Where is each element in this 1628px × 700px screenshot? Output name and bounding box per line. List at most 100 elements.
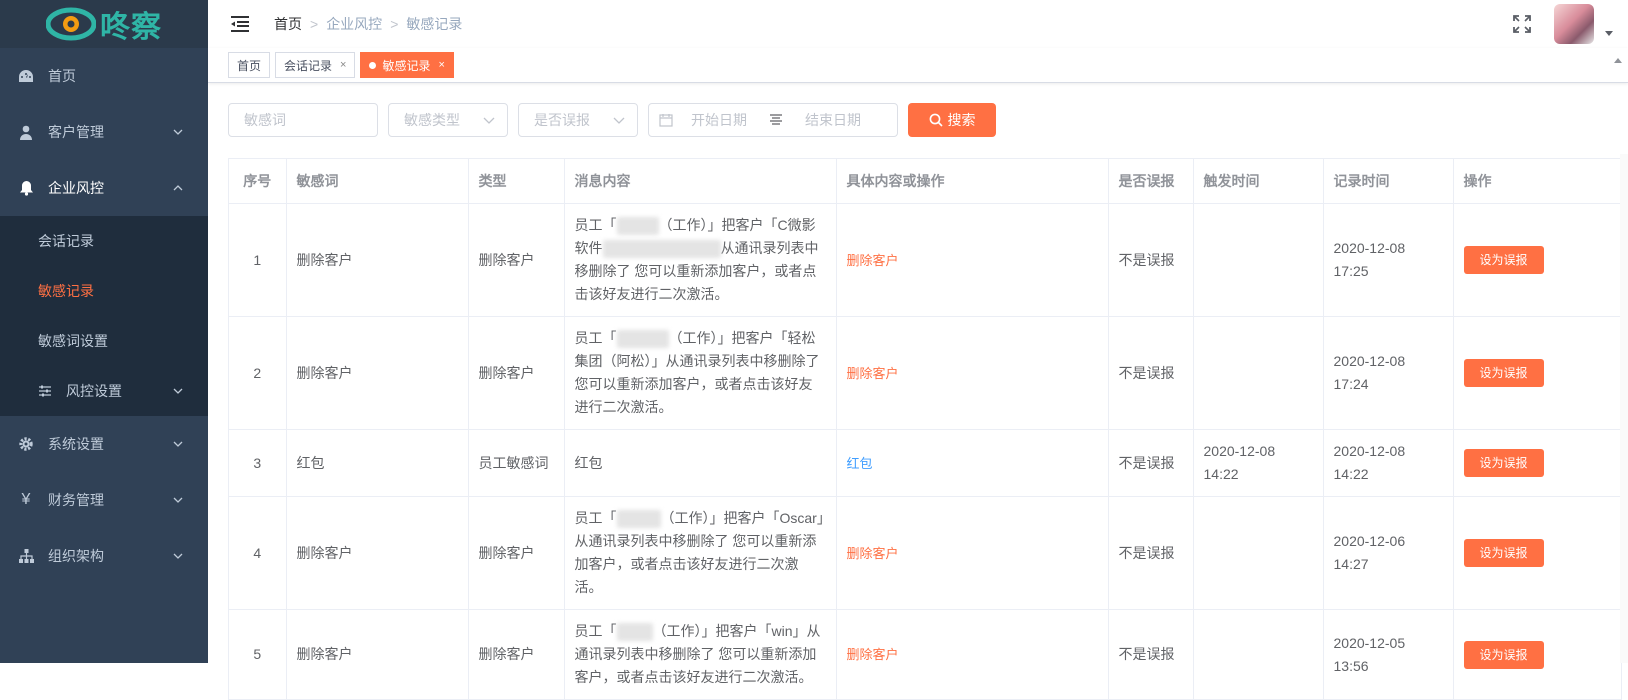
tag-sensitive-records[interactable]: 敏感记录 × <box>360 52 454 78</box>
scroll-up-icon[interactable] <box>1612 54 1624 66</box>
column-header: 敏感词 <box>286 159 469 204</box>
sidebar-item-session-records[interactable]: 会话记录 <box>0 216 208 266</box>
detail-link[interactable]: 删除客户 <box>847 647 899 662</box>
detail-link[interactable]: 删除客户 <box>847 366 899 381</box>
search-icon <box>929 113 943 127</box>
risk-control-submenu: 会话记录 敏感记录 敏感词设置 风控设置 <box>0 216 208 416</box>
sidebar-item-label: 会话记录 <box>38 233 94 249</box>
tag-session-records[interactable]: 会话记录 × <box>275 52 356 78</box>
sidebar-item-label: 组织架构 <box>48 548 104 564</box>
sidebar-item-label: 敏感词设置 <box>38 333 108 349</box>
cell-message: 员工「 （工作）」把客户「Oscar」从通讯录列表中移删除了 您可以重新添加客户，… <box>564 496 837 610</box>
breadcrumb-separator-icon: > <box>390 16 399 32</box>
cell-type: 删除客户 <box>468 203 565 317</box>
set-misreport-button[interactable]: 设为误报 <box>1463 640 1544 669</box>
detail-link[interactable]: 删除客户 <box>847 253 899 268</box>
redacted-name <box>602 240 721 259</box>
close-icon[interactable]: × <box>438 59 444 71</box>
cell-no: 5 <box>229 609 287 700</box>
cell-detail: 删除客户 <box>836 496 1109 610</box>
sidebar-item-sensitive-words[interactable]: 敏感词设置 <box>0 316 208 366</box>
table-row: 1 删除客户 删除客户 员工「 （工作）」把客户「C微影软件 从通讯录列表中移删除了… <box>229 203 1622 317</box>
set-misreport-button[interactable]: 设为误报 <box>1463 449 1544 477</box>
column-header: 具体内容或操作 <box>836 159 1109 204</box>
sidebar-item-system-settings[interactable]: 系统设置 <box>0 416 208 472</box>
start-date-placeholder[interactable]: 开始日期 <box>691 110 747 130</box>
cell-message: 员工「 （工作）」把客户「轻松集团（阿松）」从通讯录列表中移删除了 您可以重新添加… <box>564 316 837 430</box>
fullscreen-icon[interactable] <box>1512 14 1532 34</box>
set-misreport-button[interactable]: 设为误报 <box>1463 539 1544 567</box>
cell-action: 设为误报 <box>1453 496 1622 610</box>
end-date-placeholder[interactable]: 结束日期 <box>805 110 861 130</box>
sidebar-item-label: 系统设置 <box>48 436 104 452</box>
dashboard-icon <box>18 68 34 84</box>
table-row: 5 删除客户 删除客户 员工「 （工作）」把客户「win」从通讯录列表中移删除了 … <box>229 609 1622 700</box>
cell-message: 红包 <box>564 429 837 497</box>
chevron-down-icon <box>173 497 183 503</box>
search-button[interactable]: 搜索 <box>908 103 996 137</box>
detail-link[interactable]: 红包 <box>847 456 873 471</box>
logo-text: 咚察 <box>100 11 162 44</box>
sidebar-item-organization[interactable]: 组织架构 <box>0 528 208 584</box>
cell-trigger-time <box>1193 609 1324 700</box>
chevron-up-icon <box>173 185 183 191</box>
cell-detail: 红包 <box>836 429 1109 497</box>
keyword-input[interactable]: 敏感词 <box>228 103 378 137</box>
cell-word: 删除客户 <box>286 496 469 610</box>
close-icon[interactable]: × <box>340 59 346 71</box>
sidebar-item-sensitive-records[interactable]: 敏感记录 <box>0 266 208 316</box>
tag-label: 会话记录 <box>284 58 333 73</box>
column-header: 消息内容 <box>564 159 837 204</box>
vertical-scrollbar[interactable] <box>1620 154 1628 663</box>
cell-word: 删除客户 <box>286 203 469 317</box>
breadcrumb-separator-icon: > <box>310 16 319 32</box>
tag-label: 首页 <box>237 58 262 73</box>
cell-word: 删除客户 <box>286 609 469 700</box>
column-header: 类型 <box>468 159 565 204</box>
sidebar-item-home[interactable]: 首页 <box>0 48 208 104</box>
sidebar-item-customers[interactable]: 客户管理 <box>0 104 208 160</box>
avatar[interactable] <box>1554 4 1594 44</box>
redacted-name <box>616 217 659 236</box>
bell-icon <box>18 180 34 196</box>
table-row: 2 删除客户 删除客户 员工「 （工作）」把客户「轻松集团（阿松）」从通讯录列表中… <box>229 316 1622 430</box>
cell-trigger-time <box>1193 496 1324 610</box>
filter-bar: 敏感词 敏感类型 是否误报 开始日期 结束日期 搜索 <box>228 103 996 137</box>
breadcrumb-item-home[interactable]: 首页 <box>274 14 302 34</box>
range-separator-icon <box>770 114 782 125</box>
chevron-down-icon <box>173 388 183 394</box>
caret-down-icon[interactable] <box>1604 28 1614 38</box>
chevron-down-icon <box>173 441 183 447</box>
sliders-icon <box>38 384 52 398</box>
cell-no: 2 <box>229 316 287 430</box>
sensitive-type-select[interactable]: 敏感类型 <box>388 103 508 137</box>
sidebar-item-finance[interactable]: ¥ 财务管理 <box>0 472 208 528</box>
yen-icon: ¥ <box>21 491 31 508</box>
detail-link[interactable]: 删除客户 <box>847 546 899 561</box>
cell-record-time: 2020-12-06 14:27 <box>1323 496 1454 610</box>
chevron-down-icon <box>483 117 495 124</box>
cell-action: 设为误报 <box>1453 316 1622 430</box>
sidebar-item-risk-control[interactable]: 企业风控 <box>0 160 208 216</box>
redacted-name <box>616 510 661 529</box>
date-range-picker[interactable]: 开始日期 结束日期 <box>648 103 898 137</box>
menu-fold-icon[interactable] <box>230 15 250 33</box>
cell-no: 1 <box>229 203 287 317</box>
sidebar: 咚察 首页 客户管理 企业风控 会话记录 敏感记录 敏感词设置 风控设置 系统设… <box>0 0 208 663</box>
cell-trigger-time <box>1193 203 1324 317</box>
sidebar-item-label: 敏感记录 <box>38 283 94 299</box>
cell-record-time: 2020-12-08 14:22 <box>1323 429 1454 497</box>
breadcrumb-item-risk-control: 企业风控 <box>326 16 383 32</box>
cell-no: 4 <box>229 496 287 610</box>
records-table: 序号 敏感词 类型 消息内容 具体内容或操作 是否误报 触发时间 记录时间 操作… <box>228 158 1622 700</box>
keyword-placeholder: 敏感词 <box>244 112 286 128</box>
set-misreport-button[interactable]: 设为误报 <box>1463 246 1544 274</box>
set-misreport-button[interactable]: 设为误报 <box>1463 359 1544 387</box>
type-placeholder: 敏感类型 <box>404 112 460 128</box>
table-row: 3 红包 员工敏感词 红包 红包 不是误报 2020-12-08 14:22 2… <box>229 429 1622 497</box>
column-header: 是否误报 <box>1108 159 1194 204</box>
logo[interactable]: 咚察 <box>0 0 208 48</box>
misreport-select[interactable]: 是否误报 <box>518 103 638 137</box>
sidebar-item-risk-settings[interactable]: 风控设置 <box>0 366 208 416</box>
tag-home[interactable]: 首页 <box>228 52 271 78</box>
